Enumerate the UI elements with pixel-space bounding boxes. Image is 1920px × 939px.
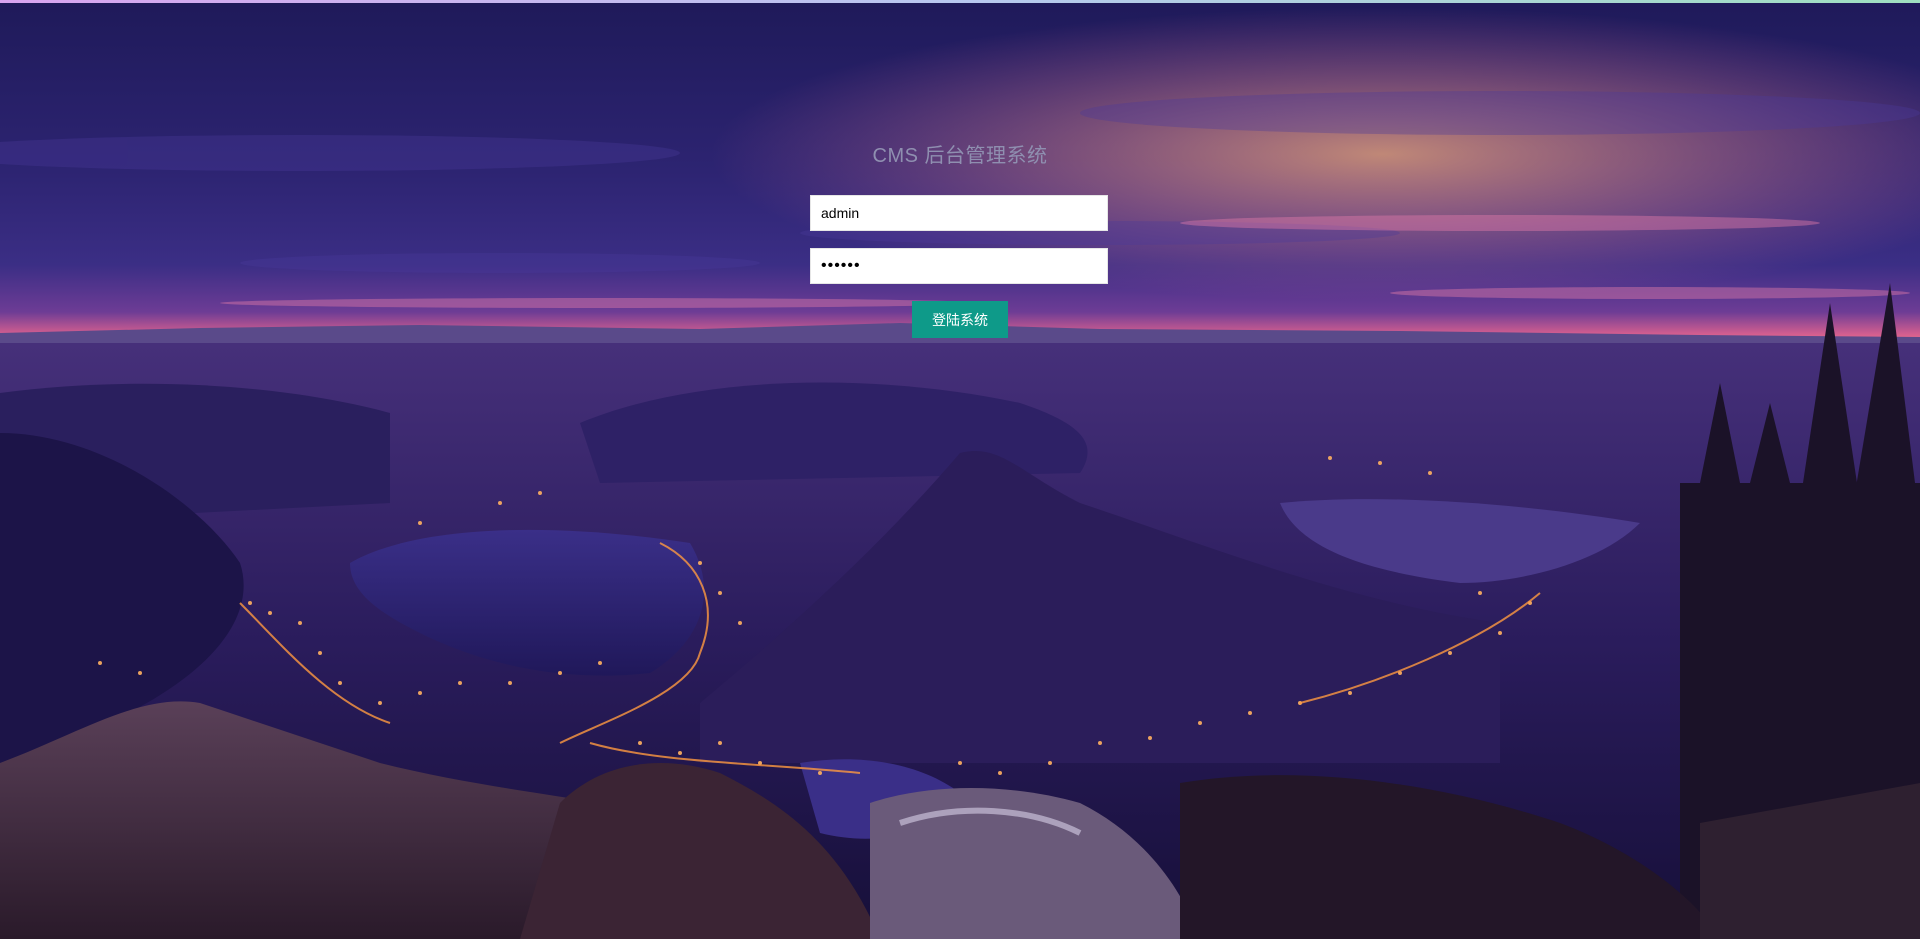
login-page: CMS 后台管理系统 登陆系统 bbox=[0, 0, 1920, 939]
password-input[interactable] bbox=[810, 248, 1108, 284]
username-input[interactable] bbox=[810, 195, 1108, 231]
login-button[interactable]: 登陆系统 bbox=[912, 301, 1008, 338]
login-form: CMS 后台管理系统 登陆系统 bbox=[0, 0, 1920, 939]
top-accent-strip bbox=[0, 0, 1920, 3]
page-title: CMS 后台管理系统 bbox=[872, 145, 1048, 167]
